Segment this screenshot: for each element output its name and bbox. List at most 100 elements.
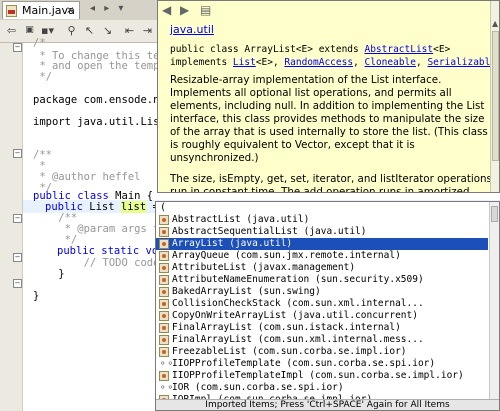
interface-link[interactable]: List bbox=[233, 57, 256, 68]
class-icon bbox=[159, 275, 169, 285]
code-line: } bbox=[33, 268, 65, 280]
completion-item-package: (java.util.concurrent) bbox=[292, 310, 418, 321]
interface-link[interactable]: Serializable bbox=[427, 57, 496, 68]
scrollbar-thumb[interactable] bbox=[491, 206, 498, 222]
completion-item-name: FinalArrayList bbox=[172, 322, 253, 333]
completion-item[interactable]: CollisionCheckStack (com.sun.xml.interna… bbox=[156, 298, 488, 310]
completion-item-package: (com.sun.xml.internal.mess... bbox=[257, 334, 424, 345]
completion-item-label: BakedArrayList (sun.swing) bbox=[172, 286, 321, 298]
class-icon bbox=[159, 227, 169, 237]
fold-toggle-icon[interactable]: − bbox=[13, 253, 22, 262]
code-line: package com.ensode.net bbox=[33, 94, 173, 106]
package-link[interactable]: java.util bbox=[170, 23, 214, 36]
completion-item-name: AttributeNameEnumeration bbox=[172, 274, 310, 285]
completion-item[interactable]: AbstractList (java.util) bbox=[156, 214, 488, 226]
fold-toggle-icon[interactable]: − bbox=[13, 279, 22, 288]
forward-icon[interactable]: ▣ bbox=[22, 23, 37, 38]
completion-item-name: IIOPProfileTemplateImpl bbox=[172, 370, 304, 381]
open-browser-icon[interactable]: ▤ bbox=[200, 3, 211, 17]
completion-item-name: CopyOnWriteArrayList bbox=[172, 310, 287, 321]
interface-icon: ⚬⚬ bbox=[159, 383, 175, 393]
editor-gutter: − − − − − bbox=[0, 43, 23, 411]
completion-item-package: (com.sun.corba.se.impl.ior) bbox=[252, 346, 407, 357]
completion-item-label: IOR (com.sun.corba.se.spi.ior) bbox=[172, 382, 344, 394]
code-line: /* bbox=[33, 37, 46, 49]
completion-item-label: AttributeList (javax.management) bbox=[172, 262, 355, 274]
code-line: */ bbox=[33, 71, 52, 83]
completion-item[interactable]: BakedArrayList (sun.swing) bbox=[156, 286, 488, 298]
completion-item-name: CollisionCheckStack bbox=[172, 298, 281, 309]
completion-item[interactable]: ArrayList (java.util) bbox=[156, 238, 488, 250]
class-icon bbox=[159, 251, 169, 261]
completion-item-name: IIOPProfileTemplate bbox=[172, 358, 281, 369]
completion-item-label: FinalArrayList (com.sun.istack.internal) bbox=[172, 322, 401, 334]
completion-item-package: (com.sun.xml.internal... bbox=[286, 298, 424, 309]
code-completion-popup: ( AbstractList (java.util) AbstractSequen… bbox=[155, 201, 500, 411]
completion-scrollbar[interactable] bbox=[489, 202, 499, 399]
completion-item-label: IIOPProfileTemplate (com.sun.corba.se.sp… bbox=[172, 358, 435, 370]
signature-text: public class ArrayList<E> extends bbox=[170, 44, 365, 55]
completion-item[interactable]: IIOPProfileTemplateImpl (com.sun.corba.s… bbox=[156, 370, 488, 382]
completion-item[interactable]: FreezableList (com.sun.corba.se.impl.ior… bbox=[156, 346, 488, 358]
completion-filter-text: ( bbox=[160, 202, 167, 213]
shift-right-icon[interactable]: ⇥ bbox=[140, 23, 155, 38]
shift-left-icon[interactable]: ⇤ bbox=[122, 23, 137, 38]
interface-link[interactable]: Cloneable bbox=[365, 57, 416, 68]
fold-toggle-icon[interactable]: − bbox=[13, 214, 22, 223]
interface-link[interactable]: RandomAccess bbox=[284, 57, 353, 68]
fold-toggle-icon[interactable]: − bbox=[13, 149, 22, 158]
class-icon bbox=[159, 323, 169, 333]
completion-item[interactable]: ⚬⚬ IIOPProfileTemplate (com.sun.corba.se.… bbox=[156, 358, 488, 370]
completion-item[interactable]: AttributeNameEnumeration (sun.security.x… bbox=[156, 274, 488, 286]
superclass-link[interactable]: AbstractList bbox=[364, 44, 433, 55]
completion-item-package: (javax.management) bbox=[252, 262, 356, 273]
completion-item-label: AttributeNameEnumeration (sun.security.x… bbox=[172, 274, 424, 286]
code-line: } bbox=[33, 290, 40, 302]
completion-item[interactable]: AttributeList (javax.management) bbox=[156, 262, 488, 274]
completion-item[interactable]: FinalArrayList (com.sun.istack.internal) bbox=[156, 322, 488, 334]
prev-occurrence-icon[interactable]: ↖ bbox=[82, 23, 97, 38]
completion-item-package: (sun.swing) bbox=[257, 286, 321, 297]
completion-item-name: AttributeList bbox=[172, 262, 247, 273]
scroll-up-icon[interactable]: ▲ bbox=[492, 19, 498, 28]
completion-item-label: AbstractSequentialList (java.util) bbox=[172, 226, 367, 238]
completion-item-label: IIOPProfileTemplateImpl (com.sun.corba.s… bbox=[172, 370, 464, 382]
tab-close-icon[interactable]: × bbox=[66, 2, 74, 20]
completion-item-package: (com.sun.jmx.remote.internal) bbox=[234, 250, 401, 261]
search-icon[interactable]: ⚲ bbox=[64, 23, 79, 38]
completion-item[interactable]: FinalArrayList (com.sun.xml.internal.mes… bbox=[156, 334, 488, 346]
java-file-icon bbox=[6, 5, 17, 17]
scrollbar-thumb[interactable] bbox=[492, 31, 499, 161]
class-icon bbox=[159, 371, 169, 381]
tab-main-java[interactable]: Main.java × bbox=[2, 1, 80, 19]
class-icon bbox=[159, 299, 169, 309]
completion-item-package: (com.sun.corba.se.spi.ior) bbox=[286, 358, 436, 369]
completion-item-label: CollisionCheckStack (com.sun.xml.interna… bbox=[172, 298, 424, 310]
tab-scroll-controls[interactable]: ◂ ▸ ▾ bbox=[90, 3, 126, 14]
completion-item[interactable]: ArrayQueue (com.sun.jmx.remote.internal) bbox=[156, 250, 488, 262]
completion-item[interactable]: AbstractSequentialList (java.util) bbox=[156, 226, 488, 238]
javadoc-popup: ◀ ▶ ▤ java.util public class ArrayList<E… bbox=[157, 0, 500, 193]
completion-item[interactable]: CopyOnWriteArrayList (java.util.concurre… bbox=[156, 310, 488, 322]
class-icon bbox=[159, 347, 169, 357]
javadoc-paragraph: Resizable-array implementation of the Li… bbox=[170, 74, 488, 164]
code-text: List bbox=[82, 201, 121, 213]
completion-item-name: ArrayQueue bbox=[172, 250, 230, 261]
fold-toggle-icon[interactable]: − bbox=[13, 43, 22, 52]
forward-icon[interactable]: ▶ bbox=[180, 3, 189, 17]
class-icon bbox=[159, 239, 169, 249]
completion-item[interactable]: ⚬⚬ IOR (com.sun.corba.se.spi.ior) bbox=[156, 382, 488, 394]
completion-item-name: AbstractList bbox=[172, 214, 241, 225]
completion-item-name: FreezableList bbox=[172, 346, 247, 357]
variable-highlight: list bbox=[120, 201, 147, 213]
back-icon[interactable]: ◀ bbox=[162, 3, 171, 17]
interface-icon: ⚬⚬ bbox=[159, 359, 175, 369]
completion-item-label: FreezableList (com.sun.corba.se.impl.ior… bbox=[172, 346, 407, 358]
next-occurrence-icon[interactable]: ↘ bbox=[100, 23, 115, 38]
back-icon[interactable]: ⇦ bbox=[4, 23, 19, 38]
javadoc-paragraph: The size, isEmpty, get, set, iterator, a… bbox=[170, 173, 492, 193]
completion-item-package: (sun.security.x509) bbox=[315, 274, 424, 285]
signature-text: <E> bbox=[433, 44, 451, 55]
javadoc-scrollbar[interactable]: ▲ bbox=[490, 1, 499, 192]
dropdown-icon[interactable]: ▪▾ bbox=[40, 23, 55, 38]
